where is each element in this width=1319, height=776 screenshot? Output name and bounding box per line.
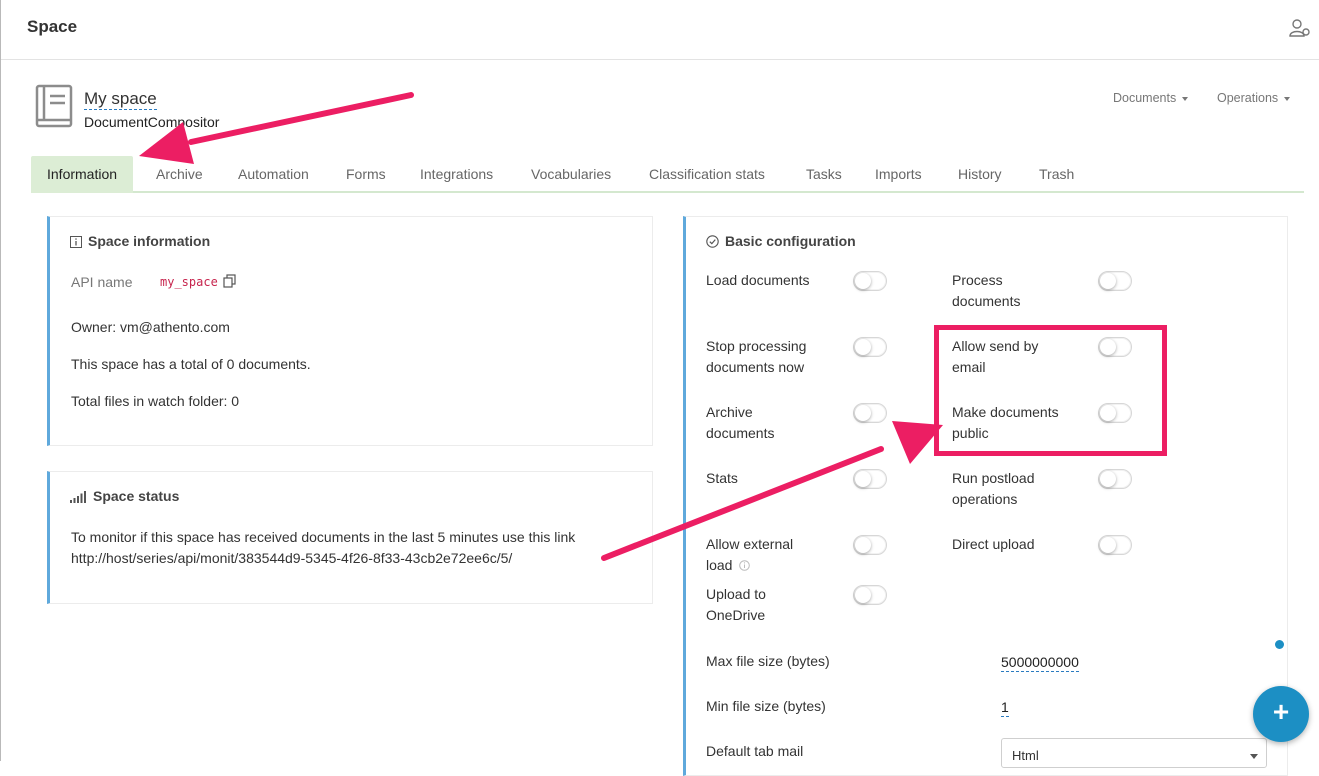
copy-icon[interactable] (223, 274, 236, 288)
top-bar: Space (1, 0, 1319, 60)
toggle-knob (855, 587, 871, 603)
help-dot-icon[interactable] (1275, 640, 1284, 649)
run-postload-label: Run postload operations (952, 470, 1035, 507)
tab-history[interactable]: History (958, 156, 1002, 193)
process-documents-label: Process documents (952, 272, 1021, 309)
upload-to-onedrive-label: Upload to OneDrive (706, 586, 766, 623)
tab-forms[interactable]: Forms (346, 156, 386, 193)
caret-down-icon (1284, 96, 1291, 101)
run-postload-toggle[interactable] (1098, 469, 1132, 489)
direct-upload-label: Direct upload (952, 536, 1035, 552)
caret-down-icon (1182, 96, 1189, 101)
direct-upload-toggle[interactable] (1098, 535, 1132, 555)
process-documents-toggle[interactable] (1098, 271, 1132, 291)
status-description: To monitor if this space has received do… (71, 529, 576, 545)
toggle-knob (855, 471, 871, 487)
make-documents-public-toggle[interactable] (1098, 403, 1132, 423)
load-documents-toggle[interactable] (853, 271, 887, 291)
tab-automation[interactable]: Automation (238, 156, 309, 193)
space-information-title-text: Space information (88, 233, 211, 249)
signal-bars-icon (70, 491, 86, 503)
add-icon: + (1272, 696, 1290, 727)
page-title: Space (27, 17, 78, 36)
space-book-icon (35, 84, 73, 128)
toggle-knob (855, 273, 871, 289)
allow-external-load-toggle[interactable] (853, 535, 887, 555)
space-status-title: Space status (70, 488, 179, 504)
tab-tasks[interactable]: Tasks (806, 156, 842, 193)
info-circle-icon[interactable] (739, 560, 751, 571)
archive-documents-label: Archive documents (706, 404, 775, 441)
toggle-knob (1100, 471, 1116, 487)
default-tab-mail-select[interactable]: Html (1001, 738, 1267, 768)
toggle-knob (1100, 273, 1116, 289)
upload-to-onedrive-toggle[interactable] (853, 585, 887, 605)
documents-menu-label: Documents (1113, 91, 1177, 105)
monitor-link[interactable]: http://host/series/api/monit/383544d9-53… (71, 550, 512, 566)
toggle-knob (855, 339, 871, 355)
tab-vocabularies[interactable]: Vocabularies (531, 156, 611, 193)
check-circle-icon (706, 235, 719, 248)
tab-classification-stats[interactable]: Classification stats (649, 156, 765, 193)
stop-processing-label: Stop processing documents now (706, 338, 807, 375)
archive-documents-toggle[interactable] (853, 403, 887, 423)
watch-folder-text: Total files in watch folder: 0 (71, 393, 240, 409)
stop-processing-toggle[interactable] (853, 337, 887, 357)
tab-archive[interactable]: Archive (156, 156, 203, 193)
toggle-knob (1100, 405, 1116, 421)
info-icon (70, 236, 82, 248)
max-file-size-label: Max file size (bytes) (706, 653, 830, 669)
tab-information[interactable]: Information (31, 156, 134, 193)
space-information-card: Space information API name my_space Owne… (47, 216, 653, 446)
min-file-size-value[interactable]: 1 (1001, 698, 1009, 717)
caret-down-icon (1250, 754, 1258, 759)
toggle-knob (855, 537, 871, 553)
api-name-value: my_space (160, 275, 218, 289)
stats-label: Stats (706, 470, 738, 486)
space-information-title: Space information (70, 233, 210, 249)
user-settings-icon[interactable] (1289, 18, 1311, 38)
tab-bar: Information Archive Automation Forms Int… (31, 156, 1304, 193)
allow-send-by-email-toggle[interactable] (1098, 337, 1132, 357)
default-tab-mail-label: Default tab mail (706, 743, 804, 759)
add-floating-button[interactable]: + (1253, 686, 1309, 742)
tab-imports[interactable]: Imports (875, 156, 922, 193)
operations-menu[interactable]: Operations (1217, 91, 1291, 105)
space-name-editable[interactable]: My space (84, 89, 157, 110)
space-status-card: Space status To monitor if this space ha… (47, 471, 653, 604)
allow-external-load-label: Allow external load (706, 536, 794, 573)
toggle-knob (855, 405, 871, 421)
min-file-size-label: Min file size (bytes) (706, 698, 826, 714)
space-status-title-text: Space status (93, 488, 180, 504)
allow-send-by-email-label: Allow send by email (952, 338, 1039, 375)
operations-menu-label: Operations (1217, 91, 1279, 105)
api-name-label: API name (71, 274, 133, 290)
load-documents-label: Load documents (706, 272, 810, 288)
max-file-size-value[interactable]: 5000000000 (1001, 653, 1079, 672)
space-subtitle: DocumentCompositor (84, 114, 220, 130)
basic-configuration-title-text: Basic configuration (725, 233, 856, 249)
document-total-text: This space has a total of 0 documents. (71, 356, 311, 372)
tab-integrations[interactable]: Integrations (420, 156, 493, 193)
tab-trash[interactable]: Trash (1039, 156, 1074, 193)
toggle-knob (1100, 537, 1116, 553)
stats-toggle[interactable] (853, 469, 887, 489)
owner-text: Owner: vm@athento.com (71, 319, 230, 335)
documents-menu[interactable]: Documents (1113, 91, 1189, 105)
basic-configuration-title: Basic configuration (706, 233, 856, 249)
make-documents-public-label: Make documents public (952, 404, 1059, 441)
toggle-knob (1100, 339, 1116, 355)
